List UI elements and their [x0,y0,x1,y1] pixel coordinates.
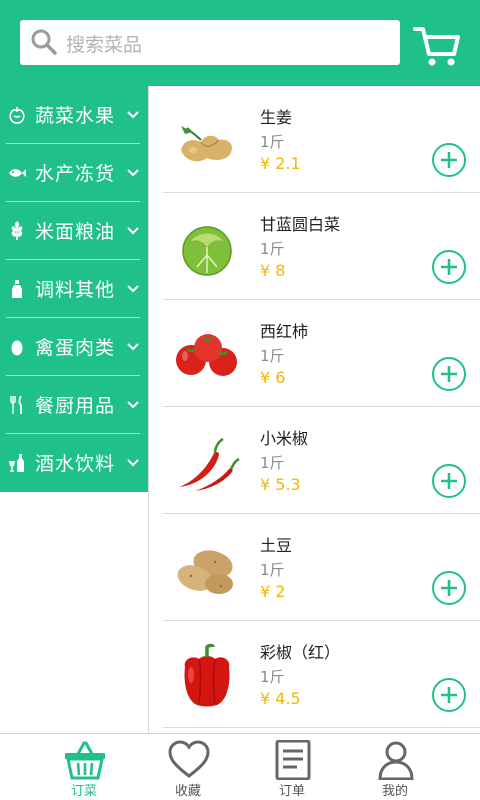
category-label: 蔬菜水果 [35,105,116,127]
product-name: 甘蓝圆白菜 [260,215,341,234]
product-name: 彩椒（红） [260,643,341,662]
plus-icon [441,366,457,382]
chevron-down-icon [127,459,139,467]
product-name: 土豆 [260,536,293,555]
chevron-down-icon [127,169,139,177]
add-to-cart-button[interactable] [432,571,466,605]
bell-pepper-image [184,643,230,707]
plus-icon [441,580,457,596]
nav-tab-orders[interactable]: 订单 [240,734,344,800]
category-item-condiments[interactable]: 调料其他 [0,260,148,318]
category-item-grains[interactable]: 米面粮油 [0,202,148,260]
category-item-drinks[interactable]: 酒水饮料 [0,434,148,492]
add-to-cart-button[interactable] [432,357,466,391]
nav-tab-label: 订菜 [70,784,97,799]
plus-icon [441,259,457,275]
nav-tab-label: 收藏 [174,784,201,799]
chevron-down-icon [127,111,139,119]
category-label: 餐厨用品 [35,395,116,417]
add-to-cart-button[interactable] [432,678,466,712]
heart-icon [168,740,210,778]
search-input[interactable]: 搜索菜品 [20,20,400,65]
nav-tab-favorites[interactable]: 收藏 [136,734,240,800]
shopping-cart-icon[interactable] [412,24,462,68]
product-list[interactable]: 生姜 1斤 ¥ 2.1 甘蓝圆白菜 1斤 ¥ 8 西红柿 1斤 ¥ 6 小米椒 … [149,86,480,733]
add-to-cart-button[interactable] [432,250,466,284]
drinks-icon [9,454,24,472]
nav-tab-label: 订单 [278,784,305,799]
grain-icon [11,221,23,240]
product-unit: 1斤 [260,561,285,579]
potato-image [177,550,233,594]
chevron-down-icon [127,227,139,235]
category-label: 米面粮油 [35,221,116,243]
product-price: ¥ 5.3 [260,475,301,494]
plus-icon [441,152,457,168]
plus-icon [441,687,457,703]
product-price: ¥ 2.1 [260,154,301,173]
ginger-image [181,126,233,162]
list-item[interactable]: 彩椒（红） 1斤 ¥ 4.5 [149,621,480,728]
list-item[interactable]: 生姜 1斤 ¥ 2.1 [149,86,480,193]
category-item-kitchenware[interactable]: 餐厨用品 [0,376,148,434]
chevron-down-icon [127,343,139,351]
category-item-vegetables[interactable]: 蔬菜水果 [0,86,148,144]
nav-tab-order-food[interactable]: 订菜 [32,734,136,800]
product-unit: 1斤 [260,347,285,365]
product-name: 小米椒 [260,429,309,448]
search-icon [31,29,57,55]
product-name: 西红柿 [260,322,309,341]
utensils-icon [10,395,22,414]
category-sidebar: 蔬菜水果 水产冻货 米面粮油 调料其他 禽蛋肉类 餐厨用品 酒水饮料 [0,86,148,733]
bottom-nav: 订菜 收藏 订单 我的 [0,733,480,800]
product-price: ¥ 8 [260,261,286,280]
add-to-cart-button[interactable] [432,143,466,177]
list-item[interactable]: 甘蓝圆白菜 1斤 ¥ 8 [149,193,480,300]
search-placeholder: 搜索菜品 [66,34,143,56]
category-item-meat-eggs[interactable]: 禽蛋肉类 [0,318,148,376]
category-label: 调料其他 [35,279,116,301]
product-price: ¥ 2 [260,582,286,601]
product-unit: 1斤 [260,668,285,686]
list-item[interactable]: 小米椒 1斤 ¥ 5.3 [149,407,480,514]
category-label: 酒水饮料 [35,453,116,475]
tomato-image [176,334,237,376]
fish-icon [9,169,26,177]
basket-icon [65,741,105,780]
product-unit: 1斤 [260,240,285,258]
document-icon [275,740,311,780]
category-label: 禽蛋肉类 [35,337,116,359]
product-price: ¥ 6 [260,368,286,387]
divider [163,727,480,728]
vegetable-icon [9,107,25,124]
nav-tab-profile[interactable]: 我的 [343,734,447,800]
add-to-cart-button[interactable] [432,464,466,498]
chevron-down-icon [127,285,139,293]
top-header: 搜索菜品 [0,0,480,86]
bottle-icon [12,280,22,298]
product-unit: 1斤 [260,454,285,472]
product-name: 生姜 [260,108,293,127]
category-label: 水产冻货 [35,163,116,185]
nav-tab-label: 我的 [381,784,408,799]
plus-icon [441,473,457,489]
product-unit: 1斤 [260,133,285,151]
list-item[interactable]: 土豆 1斤 ¥ 2 [149,514,480,621]
cabbage-image [182,226,232,276]
chevron-down-icon [127,401,139,409]
user-icon [378,741,414,780]
chili-pepper-image [179,437,240,491]
egg-icon [11,340,23,356]
category-item-seafood[interactable]: 水产冻货 [0,144,148,202]
product-price: ¥ 4.5 [260,689,301,708]
list-item[interactable]: 西红柿 1斤 ¥ 6 [149,300,480,407]
